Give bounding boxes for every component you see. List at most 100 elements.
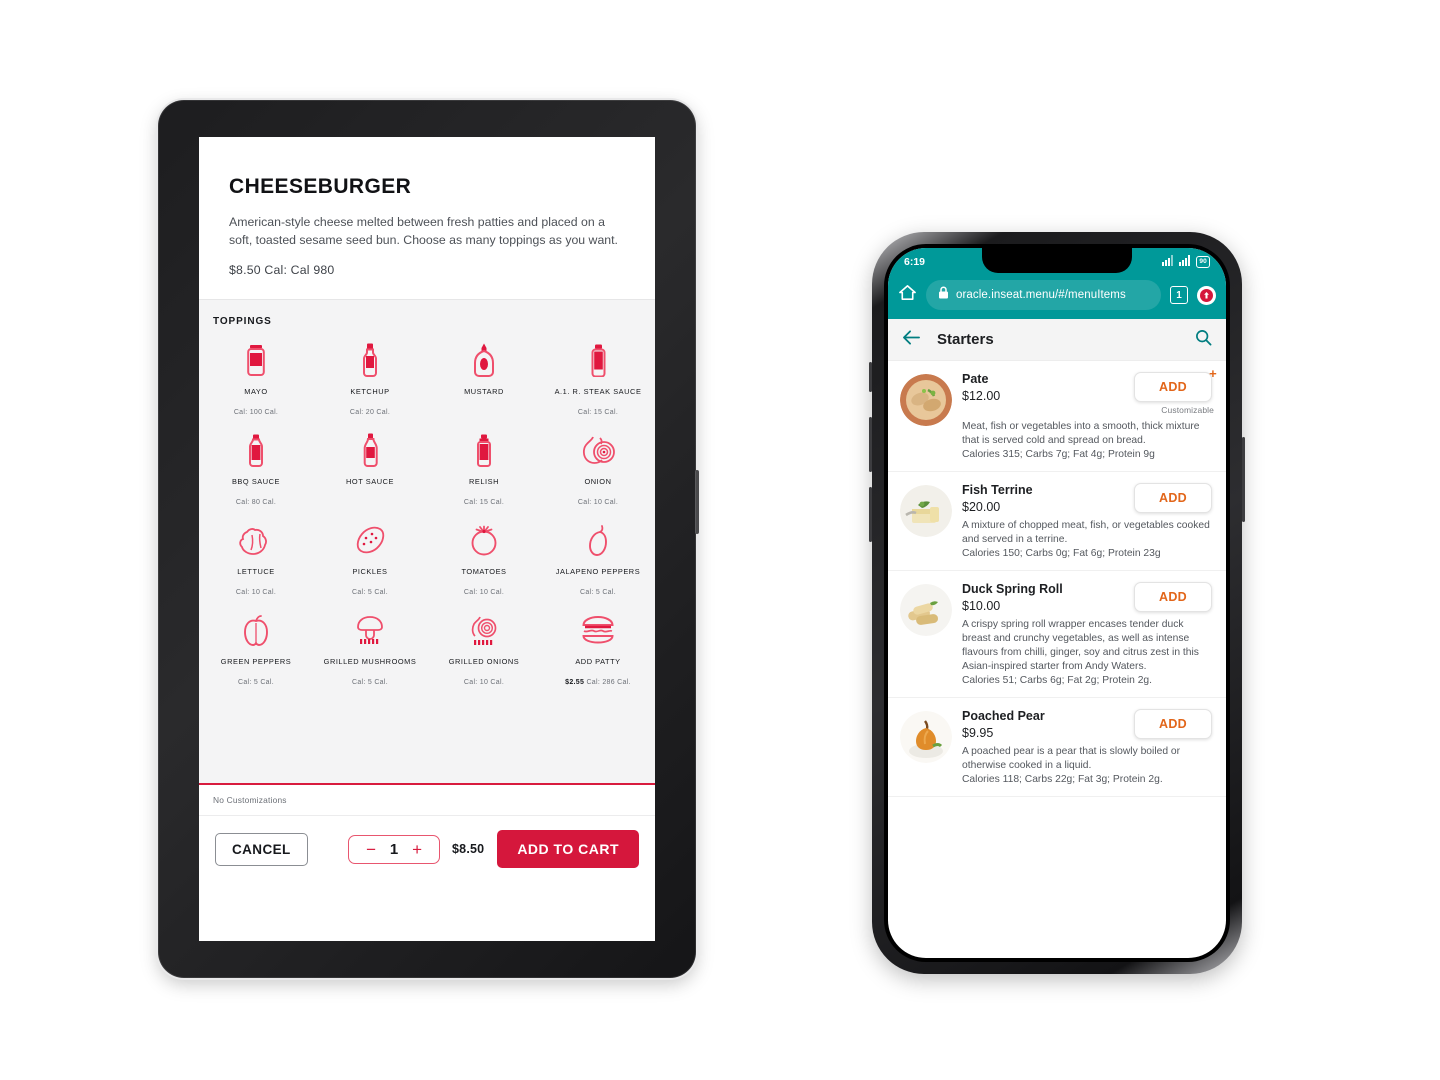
add-to-cart-button[interactable]: ADD TO CART [497, 830, 639, 869]
menu-item-body: Duck Spring Roll $10.00 ADD A crispy spring… [962, 582, 1214, 688]
browser-toolbar: oracle.inseat.menu/#/menuItems 1 [888, 276, 1226, 319]
topping-option[interactable]: ADD PATTY $2.55 Cal: 286 Cal. [541, 603, 655, 691]
topping-name: HOT SAUCE [346, 477, 394, 487]
add-button[interactable]: ADD [1134, 709, 1212, 739]
topping-name: MAYO [244, 387, 268, 397]
phone-screen: 6:19 90 oracle.inseat.menu/#/menuItems 1… [888, 248, 1226, 958]
topping-name: JALAPENO PEPPERS [555, 567, 641, 577]
topping-calories: Cal: 100 Cal. [233, 409, 279, 417]
address-bar[interactable]: oracle.inseat.menu/#/menuItems [926, 280, 1161, 310]
phone-volume-down-button[interactable] [869, 487, 872, 542]
tablet-device: CHEESEBURGER American-style cheese melte… [158, 100, 699, 978]
topping-name: PICKLES [352, 567, 388, 577]
topping-name: TOMATOES [461, 567, 507, 577]
menu-item-name: Pate [962, 372, 989, 386]
lettuce-icon [239, 522, 273, 558]
menu-item-row[interactable]: Poached Pear $9.95 ADD A poached pear is a … [888, 698, 1226, 797]
menu-item-thumbnail [900, 374, 952, 426]
cellular-signal-icon [1179, 255, 1192, 269]
menu-item-thumbnail [900, 485, 952, 537]
menu-item-top-row: Poached Pear $9.95 ADD [962, 709, 1214, 740]
menu-item-description: A mixture of chopped meat, fish, or vege… [962, 520, 1210, 545]
quantity-decrement-button[interactable]: − [357, 841, 385, 858]
quantity-value: 1 [389, 840, 399, 858]
topping-calories: Cal: 10 Cal. [463, 679, 505, 687]
phone-silent-switch[interactable] [869, 362, 872, 392]
topping-option[interactable]: ONION Cal: 10 Cal. [541, 423, 655, 511]
steak-sauce-bottle-icon [590, 342, 607, 378]
menu-item-body: Pate $12.00 ADD + Customizable Meat, fish or … [962, 366, 1217, 462]
home-icon[interactable] [898, 283, 917, 307]
add-button-label: ADD [1159, 380, 1187, 394]
battery-icon: 90 [1196, 256, 1210, 268]
topping-name: GREEN PEPPERS [220, 657, 292, 667]
topping-name: GRILLED ONIONS [448, 657, 520, 667]
profile-avatar-icon[interactable] [1197, 285, 1216, 305]
cancel-button[interactable]: CANCEL [215, 832, 308, 866]
plus-icon: + [1209, 366, 1217, 381]
mustard-squeeze-bottle-icon [472, 342, 496, 378]
total-price: $8.50 [452, 842, 485, 857]
topping-option[interactable]: JALAPENO PEPPERS Cal: 5 Cal. [541, 513, 655, 601]
topping-option[interactable]: MAYO Cal: 100 Cal. [199, 333, 313, 421]
hot-sauce-bottle-icon [362, 432, 379, 468]
menu-item-add-column: ADD + Customizable [1134, 366, 1217, 415]
topping-calories: Cal: 5 Cal. [238, 679, 274, 687]
menu-item-body: Fish Terrine $20.00 ADD A mixture of choppe… [962, 483, 1214, 561]
relish-jar-icon [475, 432, 493, 468]
menu-item-price: $12.00 [962, 389, 1001, 403]
tomato-icon [469, 522, 499, 558]
topping-option[interactable]: GRILLED MUSHROOMS Cal: 5 Cal. [313, 603, 427, 691]
menu-item-nutrition: Calories 315; Carbs 7g; Fat 4g; Protein … [962, 449, 1155, 460]
chili-pepper-icon [587, 522, 609, 558]
topping-option[interactable]: TOMATOES Cal: 10 Cal. [427, 513, 541, 601]
topping-calories: Cal: 20 Cal. [349, 409, 391, 417]
topping-option[interactable]: GREEN PEPPERS Cal: 5 Cal. [199, 603, 313, 691]
add-button-label: ADD [1159, 491, 1187, 505]
menu-item-name: Fish Terrine [962, 483, 1033, 497]
tab-count-button[interactable]: 1 [1170, 286, 1188, 304]
back-arrow-icon[interactable] [902, 329, 921, 351]
phone-power-button[interactable] [1242, 437, 1245, 522]
menu-item-row[interactable]: Pate $12.00 ADD + Customizable Meat, fish or … [888, 361, 1226, 472]
screenshot-canvas: CHEESEBURGER American-style cheese melte… [0, 0, 1440, 1080]
menu-item-description: A crispy spring roll wrapper encases ten… [962, 619, 1199, 672]
quantity-increment-button[interactable]: + [403, 841, 431, 858]
toppings-heading: TOPPINGS [213, 316, 272, 328]
topping-option[interactable]: GRILLED ONIONS Cal: 10 Cal. [427, 603, 541, 691]
add-button[interactable]: ADD + [1134, 366, 1217, 402]
menu-item-top-row: Fish Terrine $20.00 ADD [962, 483, 1214, 514]
app-header: Starters [888, 319, 1226, 361]
add-button-label: ADD [1159, 590, 1187, 604]
topping-option[interactable]: PICKLES Cal: 5 Cal. [313, 513, 427, 601]
topping-option[interactable]: HOT SAUCE [313, 423, 427, 511]
menu-item-add-column: ADD [1134, 582, 1214, 612]
add-button[interactable]: ADD [1134, 483, 1212, 513]
topping-calories: Cal: 15 Cal. [577, 409, 619, 417]
menu-item-row[interactable]: Duck Spring Roll $10.00 ADD A crispy spring… [888, 571, 1226, 698]
topping-option[interactable]: BBQ SAUCE Cal: 80 Cal. [199, 423, 313, 511]
topping-calories: $2.55 Cal: 286 Cal. [565, 679, 631, 687]
topping-option[interactable]: KETCHUP Cal: 20 Cal. [313, 333, 427, 421]
topping-calories: Cal: 5 Cal. [352, 679, 388, 687]
tablet-side-button[interactable] [695, 470, 699, 534]
topping-option[interactable]: A.1. R. STEAK SAUCE Cal: 15 Cal. [541, 333, 655, 421]
search-icon[interactable] [1195, 329, 1212, 351]
status-bar-time: 6:19 [904, 256, 926, 268]
topping-option[interactable]: LETTUCE Cal: 10 Cal. [199, 513, 313, 601]
url-text: oracle.inseat.menu/#/menuItems [956, 289, 1126, 301]
menu-item-name-column: Pate $12.00 [962, 372, 1134, 403]
topping-name: KETCHUP [350, 387, 390, 397]
pickle-icon [353, 522, 387, 558]
tablet-screen: CHEESEBURGER American-style cheese melte… [199, 137, 655, 941]
menu-item-row[interactable]: Fish Terrine $20.00 ADD A mixture of choppe… [888, 472, 1226, 571]
topping-option[interactable]: RELISH Cal: 15 Cal. [427, 423, 541, 511]
ketchup-bottle-icon [361, 342, 379, 378]
menu-item-add-column: ADD [1134, 483, 1214, 513]
add-button[interactable]: ADD [1134, 582, 1212, 612]
topping-option[interactable]: MUSTARD [427, 333, 541, 421]
phone-bezel: 6:19 90 oracle.inseat.menu/#/menuItems 1… [884, 244, 1230, 962]
topping-name: ADD PATTY [575, 657, 621, 667]
phone-volume-up-button[interactable] [869, 417, 872, 472]
menu-item-name: Duck Spring Roll [962, 582, 1063, 596]
